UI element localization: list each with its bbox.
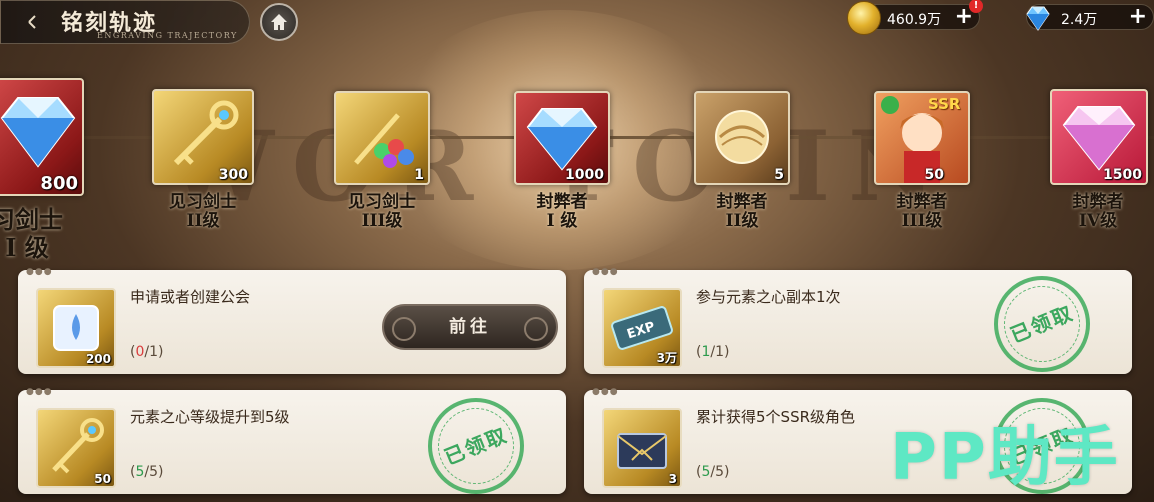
card-decoration: ●●● bbox=[26, 267, 53, 277]
task-card: ●●● EXP 3万 参与元素之心副本1次 (1/1) 已领取 bbox=[584, 261, 1132, 387]
level-name: 见习剑士 bbox=[169, 192, 237, 212]
task-reward-box: EXP 3万 bbox=[602, 288, 682, 368]
level-tier: I 级 bbox=[5, 233, 49, 262]
level-label: 见习剑士 III级 bbox=[322, 193, 442, 231]
level-label: 封弊者 IV级 bbox=[1038, 193, 1154, 231]
reward-frame: 1 bbox=[334, 91, 430, 185]
reward-frame: SSR 50 bbox=[874, 91, 970, 185]
reward-qty: 5 bbox=[774, 167, 784, 183]
level-name: 封弊者 bbox=[896, 192, 948, 212]
card-decoration: ●●● bbox=[26, 387, 53, 397]
task-progress: (5/5) bbox=[130, 464, 164, 480]
ssr-badge: SSR bbox=[928, 95, 961, 113]
diamond-icon bbox=[1026, 6, 1050, 31]
task-description: 申请或者创建公会 bbox=[130, 288, 251, 306]
add-diamond-button[interactable]: + bbox=[1129, 4, 1147, 29]
go-button[interactable]: 前往 bbox=[382, 304, 558, 350]
diamond-reward-icon bbox=[0, 97, 76, 168]
level-label: 习剑士 I 级 bbox=[0, 206, 82, 262]
task-reward-qty: 3万 bbox=[656, 351, 677, 365]
reward-frame: 5 bbox=[694, 91, 790, 185]
reward-qty: 1000 bbox=[565, 167, 604, 183]
back-button-graphic bbox=[25, 10, 37, 34]
reward-qty: 50 bbox=[924, 167, 944, 183]
progress-total: 1 bbox=[149, 344, 159, 360]
task-reward-box: 50 bbox=[36, 408, 116, 488]
reward-qty: 300 bbox=[218, 167, 248, 183]
home-icon bbox=[271, 14, 287, 30]
progress-current: 5 bbox=[135, 464, 145, 480]
level-label: 封弊者 III级 bbox=[862, 193, 982, 231]
gold-currency: 460.9万 + ! bbox=[847, 0, 983, 35]
level-label: 封弊者 I 级 bbox=[502, 193, 622, 231]
task-progress: (1/1) bbox=[696, 344, 730, 360]
brand-watermark: PP助手 bbox=[890, 421, 1120, 495]
reward-qty: 800 bbox=[40, 173, 78, 194]
gold-value: 460.9万 bbox=[887, 12, 942, 28]
progress-current: 1 bbox=[701, 344, 711, 360]
page-subtitle: ENGRAVING TRAJECTORY bbox=[97, 31, 238, 40]
level-tier: II级 bbox=[186, 211, 220, 231]
reward-qty: 1 bbox=[414, 167, 424, 183]
progress-current: 0 bbox=[135, 344, 145, 360]
task-reward-qty: 50 bbox=[94, 472, 111, 486]
level-name: 封弊者 bbox=[536, 192, 588, 212]
reward-frame: 800 bbox=[0, 78, 84, 196]
card-decoration: ●●● bbox=[592, 387, 619, 397]
reward-frame: 1500 bbox=[1050, 89, 1148, 185]
alert-badge: ! bbox=[969, 0, 983, 13]
claimed-stamp: 已领取 bbox=[979, 261, 1105, 387]
progress-total: 1 bbox=[715, 344, 725, 360]
reward-frame: 300 bbox=[152, 89, 254, 185]
title-plate: 铭刻轨迹 ENGRAVING TRAJECTORY bbox=[0, 0, 250, 44]
gold-coin-icon bbox=[847, 1, 881, 35]
level-tier: IV级 bbox=[1078, 211, 1118, 231]
level-name: 封弊者 bbox=[716, 192, 768, 212]
claimed-stamp: 已领取 bbox=[413, 383, 539, 502]
task-progress: (5/5) bbox=[696, 464, 730, 480]
level-tier: I 级 bbox=[546, 211, 578, 231]
task-reward-box: 3 bbox=[602, 408, 682, 488]
top-bar: 铭刻轨迹 ENGRAVING TRAJECTORY 460.9万 + ! 2.4… bbox=[0, 0, 1154, 48]
progress-current: 5 bbox=[701, 464, 711, 480]
reward-frame: 1000 bbox=[514, 91, 610, 185]
diamond-currency: 2.4万 + bbox=[1026, 4, 1154, 31]
level-tier: III级 bbox=[361, 211, 403, 231]
task-progress: (0/1) bbox=[130, 344, 164, 360]
reward-qty: 1500 bbox=[1103, 167, 1142, 183]
task-description: 元素之心等级提升到5级 bbox=[130, 408, 290, 426]
diamond-value: 2.4万 bbox=[1061, 12, 1098, 28]
task-card: ●●● 200 申请或者创建公会 (0/1) 前往 bbox=[18, 267, 566, 374]
level-name: 见习剑士 bbox=[348, 192, 416, 212]
home-button[interactable] bbox=[260, 3, 298, 41]
level-name: 封弊者 bbox=[1072, 192, 1124, 212]
level-label: 见习剑士 II级 bbox=[143, 193, 263, 231]
task-description: 累计获得5个SSR级角色 bbox=[696, 408, 856, 426]
level-tier: II级 bbox=[725, 211, 759, 231]
task-card: ●●● 50 元素之心等级提升到5级 (5/5) 已领取 bbox=[18, 383, 566, 502]
task-reward-qty: 3 bbox=[668, 472, 677, 486]
task-reward-qty: 200 bbox=[85, 352, 111, 366]
crescent-back-icon[interactable] bbox=[15, 5, 49, 39]
card-decoration: ●●● bbox=[592, 267, 619, 277]
progress-total: 5 bbox=[715, 464, 725, 480]
task-reward-box: 200 bbox=[36, 288, 116, 368]
level-name: 习剑士 bbox=[0, 205, 63, 234]
level-label: 封弊者 II级 bbox=[682, 193, 802, 231]
task-description: 参与元素之心副本1次 bbox=[696, 288, 841, 306]
progress-total: 5 bbox=[149, 464, 159, 480]
level-tier: III级 bbox=[901, 211, 943, 231]
